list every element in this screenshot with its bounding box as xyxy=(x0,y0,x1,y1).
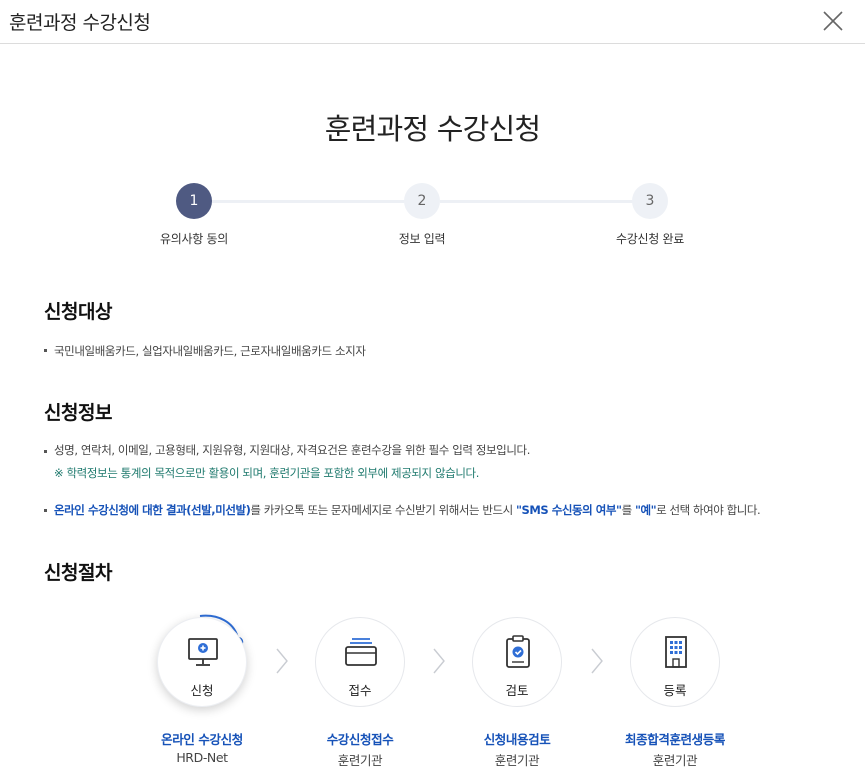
info-text: 성명, 연락처, 이메일, 고용형태, 지원유형, 지원대상, 자격요건은 훈련… xyxy=(54,443,530,457)
building-icon xyxy=(665,636,687,668)
step-2-circle: 2 xyxy=(404,183,440,219)
modal-title: 훈련과정 수강신청 xyxy=(9,12,151,34)
clipboard-check-icon xyxy=(506,635,530,668)
stepper-connector xyxy=(440,200,634,203)
sms-consent-highlight: "SMS 수신동의 여부" xyxy=(515,503,622,517)
procedure-step-register: 등록 xyxy=(630,617,720,707)
procedure-step-label: 검토 xyxy=(505,683,529,698)
sms-notice-highlight: 온라인 수강신청에 대한 결과(선발,미선발) xyxy=(54,503,251,517)
procedure-step-name: 수강신청접수 xyxy=(326,732,394,747)
step-1-label: 유의사항 동의 xyxy=(160,232,228,246)
section-heading-info: 신청정보 xyxy=(44,402,112,424)
inbox-icon xyxy=(345,638,377,666)
close-button[interactable] xyxy=(819,7,847,35)
stepper-connector xyxy=(212,200,406,203)
sms-notice-text: 를 xyxy=(621,503,635,517)
sms-notice-text: 를 카카오톡 또는 문자메세지로 수신받기 위해서는 반드시 xyxy=(250,503,516,517)
page-title: 훈련과정 수강신청 xyxy=(324,112,541,146)
step-1-circle: 1 xyxy=(176,183,212,219)
procedure-step-sub: HRD-Net xyxy=(176,750,228,765)
section-heading-procedure: 신청절차 xyxy=(44,562,112,584)
bullet xyxy=(44,349,47,352)
education-note: ※ 학력정보는 통계의 목적으로만 활용이 되며, 훈련기관을 포함한 외부에 … xyxy=(54,466,479,480)
procedure-step-receive: 접수 xyxy=(315,617,405,707)
procedure-step-label: 등록 xyxy=(663,683,687,698)
step-3-circle: 3 xyxy=(632,183,668,219)
bullet xyxy=(44,509,47,512)
monitor-icon xyxy=(188,638,218,666)
sms-notice: 온라인 수강신청에 대한 결과(선발,미선발)를 카카오톡 또는 문자메세지로 … xyxy=(54,502,761,518)
chevron-right-icon xyxy=(276,648,288,674)
close-icon xyxy=(823,11,843,31)
procedure-step-label: 신청 xyxy=(190,683,214,698)
procedure-step-name: 신청내용검토 xyxy=(483,732,551,747)
bullet xyxy=(44,450,47,453)
procedure-step-sub: 훈련기관 xyxy=(337,753,383,768)
procedure-step-label: 접수 xyxy=(348,683,372,698)
procedure-step-sub: 훈련기관 xyxy=(494,753,540,768)
modal-header: 훈련과정 수강신청 xyxy=(0,0,865,44)
procedure-step-review: 검토 xyxy=(472,617,562,707)
target-text: 국민내일배움카드, 실업자내일배움카드, 근로자내일배움카드 소지자 xyxy=(54,344,366,358)
step-3-label: 수강신청 완료 xyxy=(616,232,684,246)
step-2-label: 정보 입력 xyxy=(398,232,446,246)
chevron-right-icon xyxy=(591,648,603,674)
procedure-step-name: 최종합격훈련생등록 xyxy=(625,732,725,747)
chevron-right-icon xyxy=(433,648,445,674)
procedure-step-sub: 훈련기관 xyxy=(652,753,698,768)
procedure-step-apply: 신청 xyxy=(157,617,247,707)
section-heading-target: 신청대상 xyxy=(44,301,112,323)
sms-yes-highlight: "예" xyxy=(634,503,657,517)
sms-notice-text: 로 선택 하여야 합니다. xyxy=(656,503,761,517)
procedure-step-name: 온라인 수강신청 xyxy=(161,732,243,747)
